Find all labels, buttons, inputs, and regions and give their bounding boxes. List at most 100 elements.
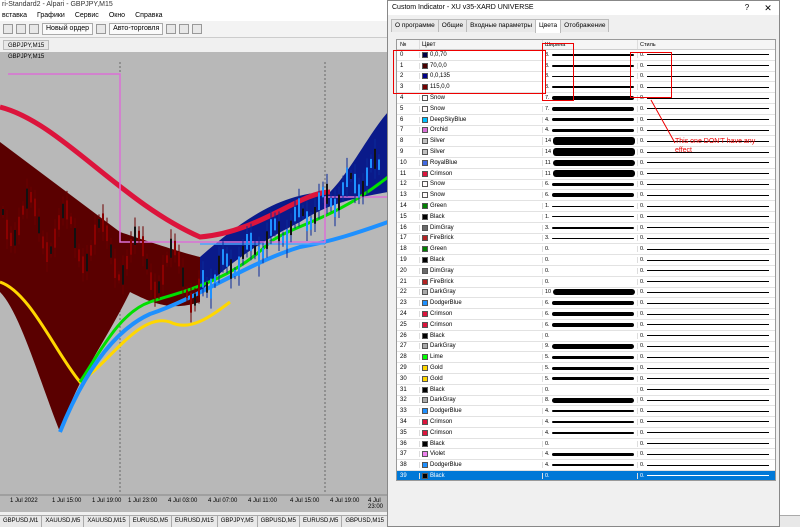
tab-0[interactable]: О программе xyxy=(391,19,439,32)
color-cell[interactable]: DodgerBlue xyxy=(419,408,542,415)
line-chart-icon[interactable] xyxy=(192,24,203,34)
width-cell[interactable]: 8. xyxy=(542,397,637,404)
width-cell[interactable]: 11 xyxy=(542,170,637,177)
candle-chart-icon[interactable] xyxy=(179,24,190,34)
autotrade-button[interactable]: Авто-торговля xyxy=(109,23,164,35)
color-cell[interactable]: Orchid xyxy=(419,127,542,134)
price-chart[interactable]: GBPJPY,M15 1 Jul 2022 1 Jul 15:00 1 Jul 19… xyxy=(0,52,388,512)
chart-tab-1[interactable]: XAUUSD,M5 xyxy=(42,516,85,527)
style-cell[interactable]: 0. xyxy=(637,213,775,220)
color-cell[interactable]: Silver xyxy=(419,138,542,145)
style-cell[interactable]: 0. xyxy=(637,235,775,242)
color-row[interactable]: 23 DodgerBlue 6. 0. xyxy=(397,298,775,310)
width-cell[interactable]: 10 xyxy=(542,289,637,296)
width-cell[interactable]: 3. xyxy=(542,224,637,231)
color-cell[interactable]: Crimson xyxy=(419,170,542,177)
width-cell[interactable]: 6. xyxy=(542,181,637,188)
style-cell[interactable]: 0. xyxy=(637,116,775,123)
width-cell[interactable]: 4. xyxy=(542,418,637,425)
style-cell[interactable]: 0. xyxy=(637,170,775,177)
style-cell[interactable]: 0. xyxy=(637,203,775,210)
menu-item-0[interactable]: вставка xyxy=(2,10,27,21)
style-cell[interactable]: 0. xyxy=(637,311,775,318)
width-cell[interactable]: 4. xyxy=(542,116,637,123)
width-cell[interactable]: 5. xyxy=(542,354,637,361)
style-cell[interactable]: 0. xyxy=(637,267,775,274)
color-row[interactable]: 12 Snow 6. 0. xyxy=(397,180,775,191)
color-cell[interactable]: DodgerBlue xyxy=(419,300,542,307)
color-row[interactable]: 4 Snow 7. 0. xyxy=(397,93,775,104)
color-cell[interactable]: DeepSkyBlue xyxy=(419,116,542,123)
color-row[interactable]: 24 Crimson 6. 0. xyxy=(397,309,775,320)
color-cell[interactable]: Black xyxy=(419,257,542,264)
color-cell[interactable]: Snow xyxy=(419,192,542,199)
color-cell[interactable]: DarkGray xyxy=(419,289,542,296)
width-cell[interactable]: 9. xyxy=(542,343,637,350)
width-cell[interactable]: 6. xyxy=(542,311,637,318)
color-row[interactable]: 17 FireBrick 3. 0. xyxy=(397,234,775,245)
chart-tab-2[interactable]: XAUUSD,M15 xyxy=(84,516,130,527)
style-cell[interactable]: 0. xyxy=(637,246,775,253)
color-cell[interactable]: Gold xyxy=(419,375,542,382)
tab-1[interactable]: Общие xyxy=(437,19,468,32)
chart-icon[interactable] xyxy=(16,24,26,34)
color-cell[interactable]: Gold xyxy=(419,365,542,371)
chart-tab-8[interactable]: GBPUSD,M15 xyxy=(342,516,389,527)
file-icon[interactable] xyxy=(3,24,13,34)
color-cell[interactable]: DodgerBlue xyxy=(419,462,542,469)
width-cell[interactable]: 4. xyxy=(542,429,637,436)
chart-window-tab[interactable]: GBPJPY,M15 xyxy=(3,40,50,50)
color-row[interactable]: 19 Black 0. 0. xyxy=(397,255,775,266)
width-cell[interactable]: 1. xyxy=(542,203,637,210)
color-cell[interactable]: DimGray xyxy=(419,224,542,231)
chart-tab-6[interactable]: GBPUSD,M5 xyxy=(258,516,300,527)
style-cell[interactable]: 0. xyxy=(637,472,775,479)
style-cell[interactable]: 0. xyxy=(637,105,775,112)
new-order-button[interactable]: Новый ордер xyxy=(42,23,94,35)
width-cell[interactable]: 4. xyxy=(542,127,637,134)
color-cell[interactable]: Violet xyxy=(419,451,542,458)
tab-3[interactable]: Цвета xyxy=(535,19,562,33)
style-cell[interactable]: 0. xyxy=(637,278,775,285)
zoom-icon[interactable] xyxy=(29,24,39,34)
style-cell[interactable]: 0. xyxy=(637,181,775,188)
color-row[interactable]: 29 Gold 5. 0. xyxy=(397,363,775,374)
color-cell[interactable]: Black xyxy=(419,213,542,220)
color-cell[interactable]: Crimson xyxy=(419,429,542,436)
color-cell[interactable]: Crimson xyxy=(419,418,542,425)
width-cell[interactable]: 1. xyxy=(542,213,637,220)
style-cell[interactable]: 0. xyxy=(637,462,775,469)
width-cell[interactable]: 0. xyxy=(542,267,637,274)
color-cell[interactable]: Crimson xyxy=(419,321,542,328)
chart-tab-3[interactable]: EURUSD,M5 xyxy=(130,516,173,527)
color-row[interactable]: 21 FireBrick 0. 0. xyxy=(397,277,775,288)
color-cell[interactable]: Lime xyxy=(419,354,542,361)
style-cell[interactable]: 0. xyxy=(637,192,775,199)
width-cell[interactable]: 0. xyxy=(542,440,637,447)
color-row[interactable]: 22 DarkGray 10 0. xyxy=(397,288,775,299)
color-cell[interactable]: Crimson xyxy=(419,311,542,318)
width-cell[interactable]: 0. xyxy=(542,257,637,264)
color-cell[interactable]: Snow xyxy=(419,95,542,102)
style-cell[interactable]: 0. xyxy=(637,289,775,296)
close-button[interactable]: ✕ xyxy=(757,1,779,15)
color-row[interactable]: 15 Black 1. 0. xyxy=(397,212,775,223)
color-row[interactable]: 18 Green 0. 0. xyxy=(397,244,775,256)
color-cell[interactable]: DarkGray xyxy=(419,343,542,350)
style-cell[interactable]: 0. xyxy=(637,159,775,166)
color-cell[interactable]: FireBrick xyxy=(419,235,542,242)
color-row[interactable]: 10 RoyalBlue 11 0. xyxy=(397,158,775,169)
color-row[interactable]: 32 DarkGray 8. 0. xyxy=(397,396,775,407)
width-cell[interactable]: 0. xyxy=(542,472,637,479)
style-cell[interactable]: 0. xyxy=(637,408,775,415)
width-cell[interactable]: 6. xyxy=(542,192,637,199)
color-row[interactable]: 11 Crimson 11 0. xyxy=(397,169,775,180)
style-cell[interactable]: 0. xyxy=(637,365,775,371)
width-cell[interactable]: 14 xyxy=(542,148,637,157)
color-cell[interactable]: Silver xyxy=(419,149,542,156)
color-row[interactable]: 31 Black 0. 0. xyxy=(397,385,775,396)
expert-icon[interactable] xyxy=(96,24,107,34)
color-row[interactable]: 20 DimGray 0. 0. xyxy=(397,266,775,277)
color-row[interactable]: 34 Crimson 4. 0. xyxy=(397,417,775,428)
tab-2[interactable]: Входные параметры xyxy=(466,19,537,32)
